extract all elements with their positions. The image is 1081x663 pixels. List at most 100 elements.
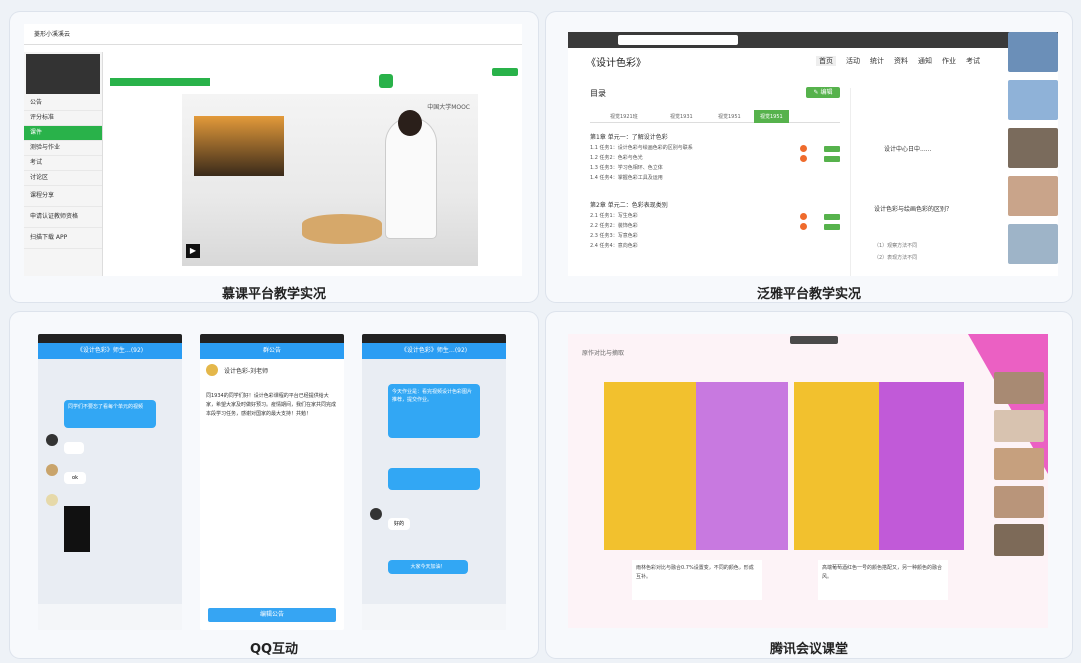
- slide-image-right: [794, 382, 964, 550]
- status-tag: [824, 146, 840, 152]
- bubble-text: 今天作业是：看完视频设计色彩图片推荐，提交作业。: [392, 389, 473, 403]
- chat-bubble: 好的: [388, 518, 410, 530]
- qq-panel: 《设计色彩》师生…(92) 同学们不要忘了看每个单元的视频 ok 群公告 设计色…: [10, 312, 538, 658]
- avatar: [46, 434, 58, 446]
- unit-1-item-3[interactable]: 1.3 任务3：学习色相环、色立体: [590, 164, 663, 171]
- download-app-link[interactable]: 扫描下载 APP: [24, 228, 102, 249]
- post-option-2: （2）表现方法不同: [874, 255, 918, 261]
- unit-2-title[interactable]: 第2章 单元二：色彩表现类别: [590, 200, 668, 209]
- participant-video: [1008, 224, 1058, 264]
- edit-notice-button[interactable]: 编辑公告: [208, 608, 336, 622]
- unit-1-item-1[interactable]: 1.1 任务1：设计色彩与绘画色彩的区别与联系: [590, 144, 693, 151]
- qq-notice-phone: 群公告 设计色彩-刘老师 同1934的同学们好！设计色彩课程的平台已经提供给大家…: [200, 334, 344, 630]
- chat-bubble: ok: [64, 472, 86, 484]
- participant-video: [994, 524, 1044, 556]
- participant-video: [994, 448, 1044, 480]
- unit-1-item-2[interactable]: 1.2 任务2：色彩与色光: [590, 154, 643, 161]
- participant-video: [1008, 176, 1058, 216]
- course-title: 《设计色彩》: [586, 58, 646, 69]
- nav-resources[interactable]: 资料: [894, 56, 908, 66]
- post-option-1: （1）观察方法不同: [874, 243, 918, 249]
- bubble-text: 同学们不要忘了看每个单元的视频: [68, 404, 144, 410]
- qq-caption: QQ互动: [249, 642, 299, 657]
- nav-notice[interactable]: 通知: [918, 56, 932, 66]
- notice-text[interactable]: 设计中心日中......: [884, 144, 931, 153]
- tab-class-4[interactable]: 视觉1951: [754, 110, 789, 123]
- status-bar: [38, 334, 182, 343]
- fanya-panel: 《设计色彩》 首页 活动 统计 资料 通知 作业 考试 目录 ✎ 编辑 视觉19…: [546, 12, 1072, 302]
- chat-bubble: 大家今天加油！: [388, 560, 468, 574]
- right-column: [850, 88, 1001, 276]
- video-player[interactable]: 中国大学MOOC ▶: [182, 94, 478, 266]
- toc-title: 目录: [590, 89, 606, 98]
- nav-homework[interactable]: 作业: [942, 56, 956, 66]
- nav-exam[interactable]: 考试: [966, 56, 980, 66]
- class-tabs: 视觉1921班 视觉1931 视觉1951 视觉1951: [590, 110, 840, 123]
- participant-video: [994, 410, 1044, 442]
- participant-video: [1008, 128, 1058, 168]
- chat-toolbar: [38, 604, 182, 630]
- tencent-caption: 腾讯会议课堂: [769, 642, 848, 657]
- author-avatar: [206, 364, 218, 376]
- tencent-panel: 原作对比与摘取 雨林色彩对比与融合0.7%设置变，不同的颜色，形成互补。 高端葡…: [546, 312, 1072, 658]
- apply-cert-link[interactable]: 申请认证教师资格: [24, 207, 102, 228]
- status-dot: [800, 223, 807, 230]
- nav-activity[interactable]: 活动: [846, 56, 860, 66]
- share-label: 课程分享: [24, 186, 102, 207]
- status-bar: [362, 334, 506, 343]
- sidebar-item-discussion[interactable]: 讨论区: [24, 171, 102, 186]
- meeting-screenshot: 原作对比与摘取 雨林色彩对比与融合0.7%设置变，不同的颜色，形成互补。 高端葡…: [568, 334, 1048, 628]
- notice-header: 群公告: [200, 343, 344, 359]
- status-tag: [824, 224, 840, 230]
- video-scene-sunset: [194, 116, 284, 176]
- nav-home[interactable]: 首页: [816, 56, 836, 66]
- status-tag: [824, 156, 840, 162]
- sidebar-item-quiz[interactable]: 测验与作业: [24, 141, 102, 156]
- avatar: [46, 494, 58, 506]
- mooc-screenshot: 菱形小溪溪云 公告 评分标准 课件 测验与作业 考试 讨论区 课程分享 申请认证…: [24, 24, 522, 276]
- sidebar-item-grading[interactable]: 评分标准: [24, 111, 102, 126]
- sidebar-item-announcement[interactable]: 公告: [24, 96, 102, 111]
- chat-bubble: [388, 468, 480, 490]
- unit-2-item-4[interactable]: 2.4 任务4：意向色彩: [590, 242, 638, 249]
- notice-author: 设计色彩-刘老师: [224, 368, 269, 375]
- fanya-screenshot: 《设计色彩》 首页 活动 统计 资料 通知 作业 考试 目录 ✎ 编辑 视觉19…: [568, 32, 1058, 276]
- desk: [302, 214, 382, 244]
- status-dot: [800, 213, 807, 220]
- tab-class-2[interactable]: 视觉1931: [670, 113, 693, 120]
- chat-title: 《设计色彩》师生…(92): [38, 343, 182, 359]
- tab-class-3[interactable]: 视觉1951: [718, 113, 741, 120]
- slide-title: 原作对比与摘取: [582, 350, 625, 357]
- progress-bar: [110, 78, 210, 86]
- toolbar-green-button[interactable]: [379, 74, 393, 88]
- qq-chat-phone-2: 《设计色彩》师生…(92) 今天作业是：看完视频设计色彩图片推荐，提交作业。 好…: [362, 334, 506, 630]
- toc-edit-button[interactable]: ✎ 编辑: [806, 87, 840, 98]
- chat-image: [64, 506, 90, 552]
- tab-class-1[interactable]: 视觉1921班: [610, 113, 638, 120]
- participant-video: [994, 372, 1044, 404]
- nav-stats[interactable]: 统计: [870, 56, 884, 66]
- unit-2-item-3[interactable]: 2.3 任务3：写意色彩: [590, 232, 638, 239]
- play-icon[interactable]: ▶: [186, 244, 200, 258]
- slide-caption-left: 雨林色彩对比与融合0.7%设置变，不同的颜色，形成互补。: [632, 560, 762, 600]
- search-input[interactable]: [618, 35, 738, 45]
- teacher-head: [398, 110, 422, 136]
- avatar: [46, 464, 58, 476]
- unit-2-item-2[interactable]: 2.2 任务2：装饰色彩: [590, 222, 638, 229]
- participant-video: [994, 486, 1044, 518]
- unit-1-title[interactable]: 第1章 单元一：了解设计色彩: [590, 132, 668, 141]
- chat-toolbar: [362, 604, 506, 630]
- chat-title: 《设计色彩》师生…(92): [362, 343, 506, 359]
- post-title[interactable]: 设计色彩与绘画色彩的区别？: [874, 204, 952, 213]
- status-tag: [824, 214, 840, 220]
- teacher-figure: [386, 118, 436, 238]
- sidebar-item-courseware[interactable]: 课件: [24, 126, 102, 141]
- slide-image-left: [604, 382, 788, 550]
- sidebar-item-exam[interactable]: 考试: [24, 156, 102, 171]
- status-bar: [200, 334, 344, 343]
- mooc-panel: 菱形小溪溪云 公告 评分标准 课件 测验与作业 考试 讨论区 课程分享 申请认证…: [10, 12, 538, 302]
- mooc-caption: 慕课平台教学实况: [221, 287, 326, 302]
- unit-2-item-1[interactable]: 2.1 任务1：写生色彩: [590, 212, 638, 219]
- unit-1-item-4[interactable]: 1.4 任务4：掌握色彩工具及运用: [590, 174, 663, 181]
- next-button[interactable]: [492, 68, 518, 76]
